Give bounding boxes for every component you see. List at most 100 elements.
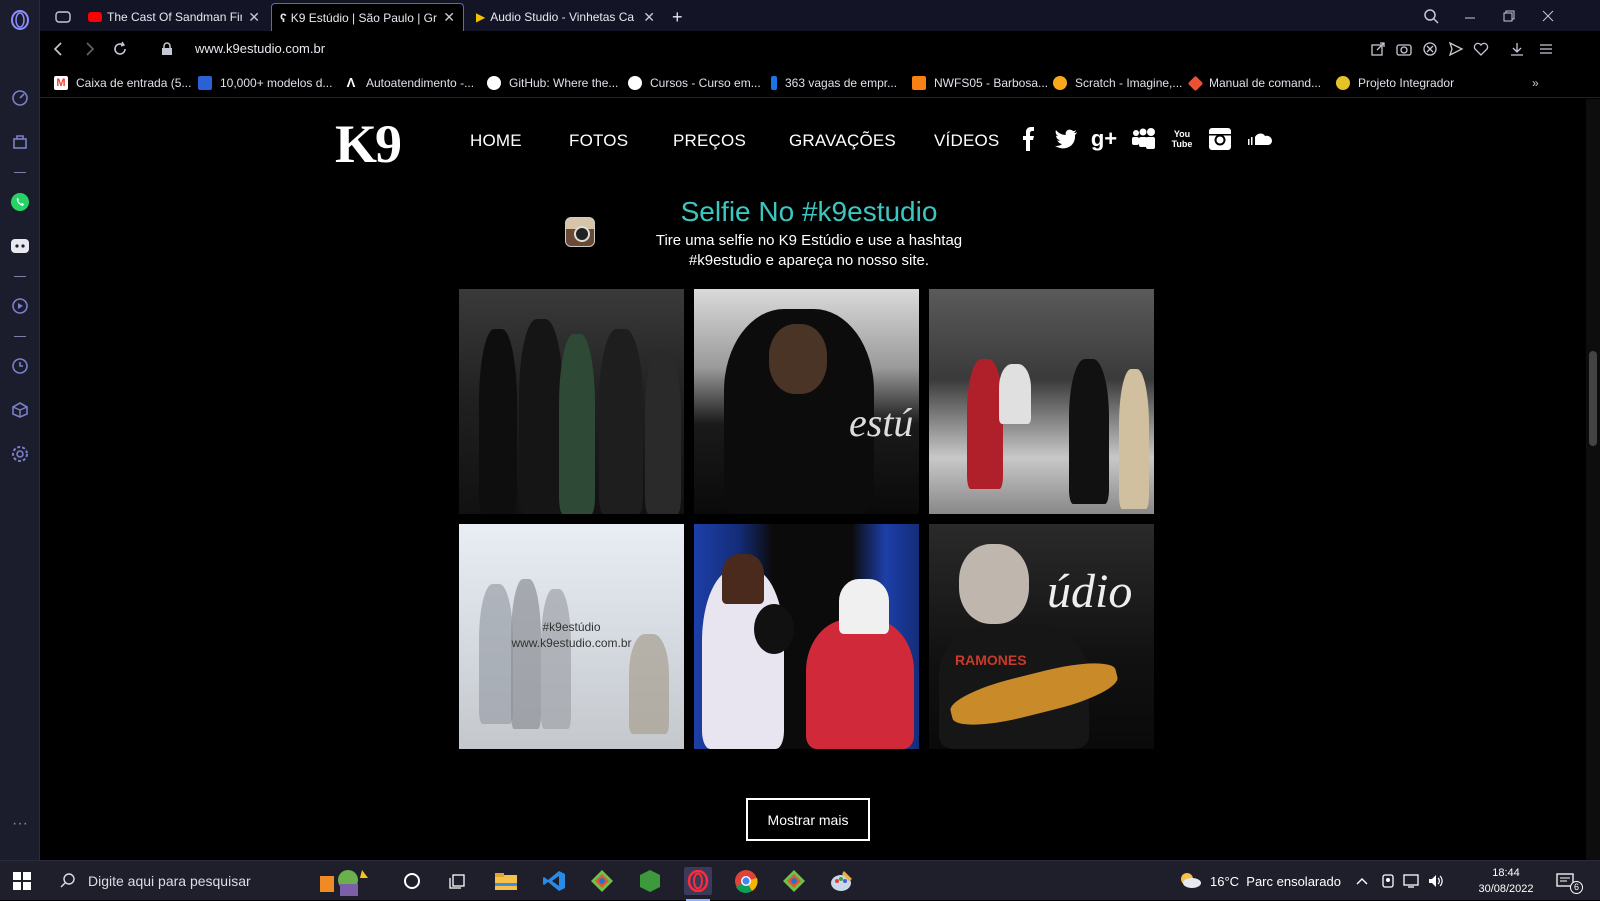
photo-banner-text: údio <box>1047 565 1133 618</box>
extensions-icon[interactable] <box>10 400 30 420</box>
download-icon[interactable] <box>1507 39 1527 59</box>
nav-precos[interactable]: PREÇOS <box>673 131 746 151</box>
bookmark-nwfs05[interactable]: NWFS05 - Barbosa... <box>912 73 1048 93</box>
windows-start-icon[interactable] <box>13 872 31 890</box>
selfie-photo-watermark[interactable]: #k9estúdio www.k9estudio.com.br <box>459 524 684 749</box>
paint-icon[interactable] <box>828 867 856 895</box>
selfie-photo-band-1[interactable] <box>459 289 684 514</box>
youtube-icon[interactable]: You Tube <box>1169 126 1195 152</box>
bookmarks-bar: M Caixa de entrada (5... 10,000+ modelos… <box>40 67 1600 98</box>
bookmark-gmail[interactable]: M Caixa de entrada (5... <box>54 73 191 93</box>
forward-icon[interactable] <box>80 39 100 59</box>
search-tabs-icon[interactable] <box>1412 0 1450 31</box>
close-tab-icon[interactable]: ✕ <box>643 9 655 26</box>
instagram-icon[interactable] <box>1207 126 1233 152</box>
reload-icon[interactable] <box>110 39 130 59</box>
tab-audio-studio[interactable]: ▶ Audio Studio - Vinhetas Ca ✕ <box>468 3 663 31</box>
shopping-icon[interactable] <box>10 132 30 152</box>
close-tab-icon[interactable]: ✕ <box>248 9 260 26</box>
opera-logo-icon[interactable] <box>10 10 30 30</box>
scrollbar-thumb[interactable] <box>1589 351 1597 446</box>
myspace-icon[interactable] <box>1130 126 1156 152</box>
selfie-photo-guitarist[interactable]: údio RAMONES <box>929 524 1154 749</box>
bookmark-projeto[interactable]: Projeto Integrador <box>1336 73 1454 93</box>
settings-gear-icon[interactable] <box>10 444 30 464</box>
nav-gravacoes[interactable]: GRAVAÇÕES <box>789 131 896 151</box>
discord-icon[interactable] <box>10 236 30 256</box>
nodejs-icon[interactable] <box>636 867 664 895</box>
lock-icon[interactable] <box>157 39 177 59</box>
taskbar-search[interactable]: Digite aqui para pesquisar <box>48 861 348 901</box>
new-tab-icon[interactable]: + <box>664 3 688 31</box>
whatsapp-icon[interactable] <box>10 192 30 212</box>
sidebar-divider <box>14 276 26 277</box>
bookmark-vagas[interactable]: 363 vagas de empr... <box>771 73 897 93</box>
photo-figure <box>754 604 794 654</box>
bookmark-manual[interactable]: Manual de comand... <box>1187 73 1321 93</box>
selfie-photo-singer[interactable]: estú <box>694 289 919 514</box>
bookmark-github[interactable]: GitHub: Where the... <box>487 73 618 93</box>
workspaces-icon[interactable] <box>50 3 76 31</box>
player-icon[interactable] <box>10 296 30 316</box>
soundcloud-icon[interactable] <box>1245 126 1275 152</box>
youtube-icon <box>88 12 102 22</box>
more-bookmarks-icon[interactable]: » <box>1532 73 1539 93</box>
tab-sandman[interactable]: The Cast Of Sandman Finds ✕ <box>80 3 268 31</box>
git-kraken-icon[interactable] <box>588 867 616 895</box>
chrome-icon <box>1336 76 1350 90</box>
task-view-icon[interactable] <box>444 867 472 895</box>
ad-blocker-icon[interactable] <box>1420 39 1440 59</box>
bookmark-scratch[interactable]: Scratch - Imagine,... <box>1053 73 1182 93</box>
nav-fotos[interactable]: FOTOS <box>569 131 628 151</box>
photo-figure <box>806 619 914 749</box>
vscode-icon[interactable] <box>540 867 568 895</box>
git-kraken-2-icon[interactable] <box>780 867 808 895</box>
site-logo[interactable]: K9 <box>335 113 402 175</box>
file-explorer-icon[interactable] <box>492 867 520 895</box>
address-bar: www.k9estudio.com.br <box>40 31 1600 67</box>
page-scrollbar[interactable] <box>1586 99 1600 860</box>
weather-widget[interactable]: 16°C Parc ensolarado <box>1178 861 1341 901</box>
heart-icon[interactable] <box>1471 39 1491 59</box>
minimize-icon[interactable] <box>1451 0 1489 31</box>
tab-k9estudio[interactable]: ʕ K9 Estúdio | São Paulo | Gra ✕ <box>271 3 464 31</box>
photo-watermark-text: #k9estúdio www.k9estudio.com.br <box>459 619 684 651</box>
restore-icon[interactable] <box>1490 0 1528 31</box>
bookmark-modelos[interactable]: 10,000+ modelos d... <box>198 73 332 93</box>
cortana-icon[interactable] <box>398 867 426 895</box>
google-plus-icon[interactable]: g+ <box>1091 126 1117 152</box>
selfie-photo-band-2[interactable] <box>929 289 1154 514</box>
back-icon[interactable] <box>48 39 68 59</box>
nav-videos[interactable]: VÍDEOS <box>934 131 999 151</box>
close-tab-icon[interactable]: ✕ <box>443 9 455 26</box>
system-clock[interactable]: 18:44 30/08/2022 <box>1476 865 1536 897</box>
bookmark-label: Cursos - Curso em... <box>650 76 761 90</box>
bookmark-cursos[interactable]: Cursos - Curso em... <box>628 73 761 93</box>
show-hidden-icons[interactable] <box>1356 861 1368 901</box>
network-icon[interactable] <box>1403 861 1421 901</box>
url-field[interactable]: www.k9estudio.com.br <box>195 41 325 56</box>
notifications-icon[interactable]: 6 <box>1556 861 1583 901</box>
more-options-icon[interactable]: ··· <box>10 814 30 834</box>
volume-icon[interactable] <box>1427 861 1445 901</box>
moodle-icon <box>912 76 926 90</box>
chrome-taskbar-icon[interactable] <box>732 867 760 895</box>
send-icon[interactable] <box>1446 39 1466 59</box>
facebook-icon[interactable] <box>1015 126 1041 152</box>
photo-figure <box>1119 369 1149 509</box>
speed-dial-icon[interactable] <box>10 88 30 108</box>
camera-snapshot-icon[interactable] <box>1394 39 1414 59</box>
easy-setup-icon[interactable] <box>1536 39 1556 59</box>
close-window-icon[interactable] <box>1529 0 1567 31</box>
photo-figure <box>999 364 1031 424</box>
nav-home[interactable]: HOME <box>470 131 522 151</box>
selfie-photo-duo[interactable] <box>694 524 919 749</box>
meet-now-icon[interactable] <box>1380 861 1396 901</box>
search-highlight-icon[interactable] <box>314 867 374 896</box>
opera-taskbar-icon[interactable] <box>684 867 712 901</box>
twitter-icon[interactable] <box>1053 126 1079 152</box>
history-icon[interactable] <box>10 356 30 376</box>
show-more-button[interactable]: Mostrar mais <box>746 798 870 841</box>
bookmark-autoatendimento[interactable]: Λ Autoatendimento -... <box>344 73 474 93</box>
share-icon[interactable] <box>1368 39 1388 59</box>
